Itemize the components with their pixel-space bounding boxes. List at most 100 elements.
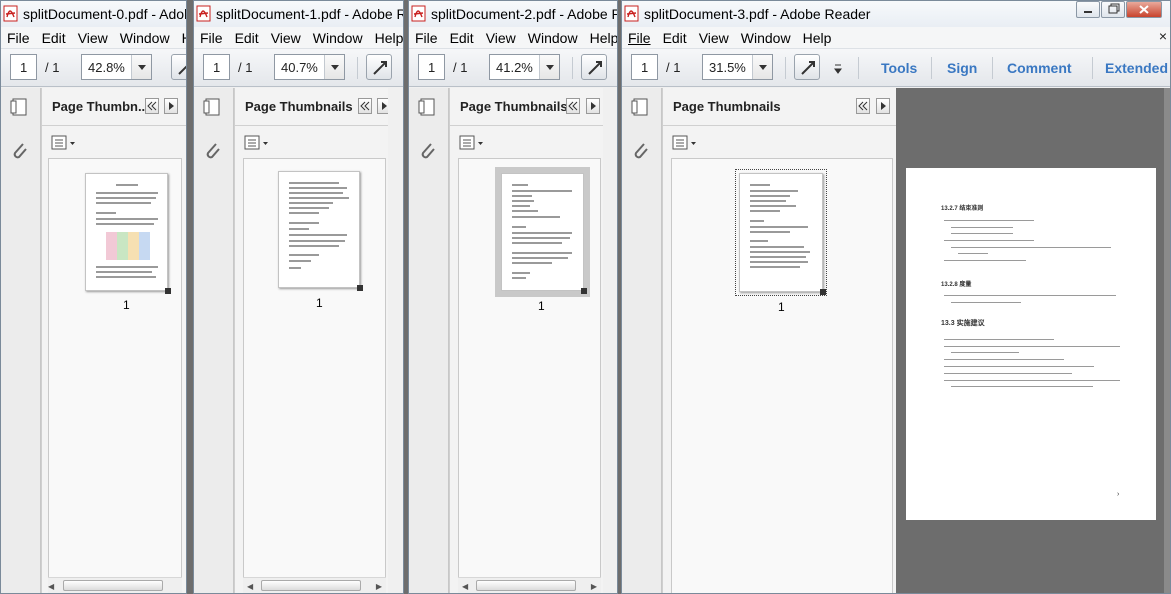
menu-window[interactable]: Window [522,27,584,46]
title-bar[interactable]: splitDocument-3.pdf - Adobe Reader [622,1,1170,27]
menu-bar: FileEditViewWindowHelp [194,27,403,49]
collapse-panel-button[interactable] [856,98,870,114]
menu-window[interactable]: Window [735,27,797,46]
window-title: splitDocument-0.pdf - Adobe Reader [23,6,186,22]
title-bar[interactable]: splitDocument-2.pdf - Adobe Reader [409,1,617,27]
play-right-icon [591,102,596,110]
page-thumbnail[interactable] [735,169,827,296]
panel-next-button[interactable] [377,98,388,114]
page-number-input[interactable]: 1 [631,54,658,80]
menu-view[interactable]: View [693,27,735,46]
window-controls [1076,1,1163,19]
panel-next-button[interactable] [164,98,178,114]
thumbnail-page-number: 1 [316,296,323,310]
pdf-icon [624,5,639,22]
chevron-down-icon[interactable] [752,55,772,79]
menu-edit[interactable]: Edit [36,27,72,46]
menu-view[interactable]: View [265,27,307,46]
panel-next-button[interactable] [876,98,890,114]
collapse-panel-button[interactable] [358,98,372,114]
zoom-value: 31.5% [709,60,746,75]
paperclip-icon[interactable] [202,140,224,162]
page-number-input[interactable]: 1 [418,54,445,80]
page-thumbnails-icon[interactable] [630,96,652,118]
horizontal-scrollbar[interactable]: ◀ ▶ [458,577,601,593]
minimize-button[interactable] [1076,1,1100,18]
thumbnail-list[interactable]: 1 [48,158,182,593]
menu-edit[interactable]: Edit [229,27,265,46]
menu-edit[interactable]: Edit [657,27,693,46]
menu-edit[interactable]: Edit [444,27,480,46]
options-menu-icon[interactable] [244,134,270,152]
thumbnail-list[interactable]: 1 [243,158,386,593]
chevron-down-icon[interactable] [539,55,559,79]
page-total: / 1 [453,60,468,75]
menu-help[interactable]: Help [584,27,617,46]
zoom-select[interactable]: 31.5% [702,54,773,80]
pdf-icon [196,5,211,22]
chevron-down-icon[interactable] [131,55,151,79]
select-tool-button[interactable] [171,54,186,80]
paperclip-icon[interactable] [630,140,652,162]
horizontal-scrollbar[interactable]: ◀ [48,577,182,593]
sign-pane-button[interactable]: Sign [947,60,977,76]
thumbnail-list[interactable]: 1 [671,158,893,593]
menu-file[interactable]: File [1,27,36,46]
page-thumbnail[interactable] [85,173,171,294]
page-thumbnails-icon[interactable] [417,96,439,118]
menu-help[interactable]: Help [176,27,186,46]
panel-title: Page Thumbnails [460,99,568,114]
extended-pane-button[interactable]: Extended [1105,60,1168,76]
document-view[interactable]: 13.2.7 结束准则 13.2.8 度量 13.3 实施建议 › [896,88,1170,593]
menu-file[interactable]: File [409,27,444,46]
menu-view[interactable]: View [480,27,522,46]
section-heading: 13.2.8 度量 [941,282,972,288]
panel-next-button[interactable] [586,98,600,114]
menu-view[interactable]: View [72,27,114,46]
page-thumbnails-icon[interactable] [9,96,31,118]
toolbar: 1 / 1 41.2% [409,49,617,87]
toolbar: 1 / 1 31.5% Tools Sign Comment Extended [622,49,1170,87]
options-menu-icon[interactable] [459,134,485,152]
options-menu-icon[interactable] [51,134,77,152]
page-thumbnail[interactable] [278,171,363,291]
thumbnail-list[interactable]: 1 [458,158,601,593]
menu-file[interactable]: File [194,27,229,46]
maximize-button[interactable] [1101,1,1125,18]
select-tool-button[interactable] [366,54,392,80]
page-number-input[interactable]: 1 [10,54,37,80]
tools-pane-button[interactable]: Tools [881,60,917,76]
paperclip-icon[interactable] [9,140,31,162]
window-title: splitDocument-2.pdf - Adobe Reader [431,6,617,22]
select-tool-button[interactable] [794,54,820,80]
zoom-select[interactable]: 42.8% [81,54,152,80]
close-document-icon[interactable]: × [1159,28,1167,44]
collapse-panel-button[interactable] [566,98,580,114]
page-number-input[interactable]: 1 [203,54,230,80]
select-tool-button[interactable] [581,54,607,80]
paperclip-icon[interactable] [417,140,439,162]
close-button[interactable] [1126,1,1162,18]
zoom-value: 42.8% [88,60,125,75]
chevron-down-icon[interactable] [324,55,344,79]
menu-window[interactable]: Window [307,27,369,46]
collapse-panel-button[interactable] [145,98,159,114]
title-bar[interactable]: splitDocument-0.pdf - Adobe Reader [1,1,186,27]
zoom-select[interactable]: 40.7% [274,54,345,80]
zoom-select[interactable]: 41.2% [489,54,560,80]
page-thumbnail[interactable] [495,167,590,297]
vertical-scrollbar[interactable] [1164,88,1170,593]
page-thumbnails-icon[interactable] [202,96,224,118]
title-bar[interactable]: splitDocument-1.pdf - Adobe Reader [194,1,403,27]
menu-help[interactable]: Help [797,27,838,46]
horizontal-scrollbar[interactable]: ◀ ▶ [243,577,386,593]
comment-pane-button[interactable]: Comment [1007,60,1072,76]
menu-window[interactable]: Window [114,27,176,46]
menu-bar: FileEditViewWindowHelp [409,27,617,49]
menu-help[interactable]: Help [369,27,403,46]
play-right-icon [881,102,886,110]
menu-file[interactable]: File [622,27,657,46]
select-tool-icon [373,61,387,75]
toolbar-overflow-icon[interactable] [832,62,844,76]
options-menu-icon[interactable] [672,134,698,152]
